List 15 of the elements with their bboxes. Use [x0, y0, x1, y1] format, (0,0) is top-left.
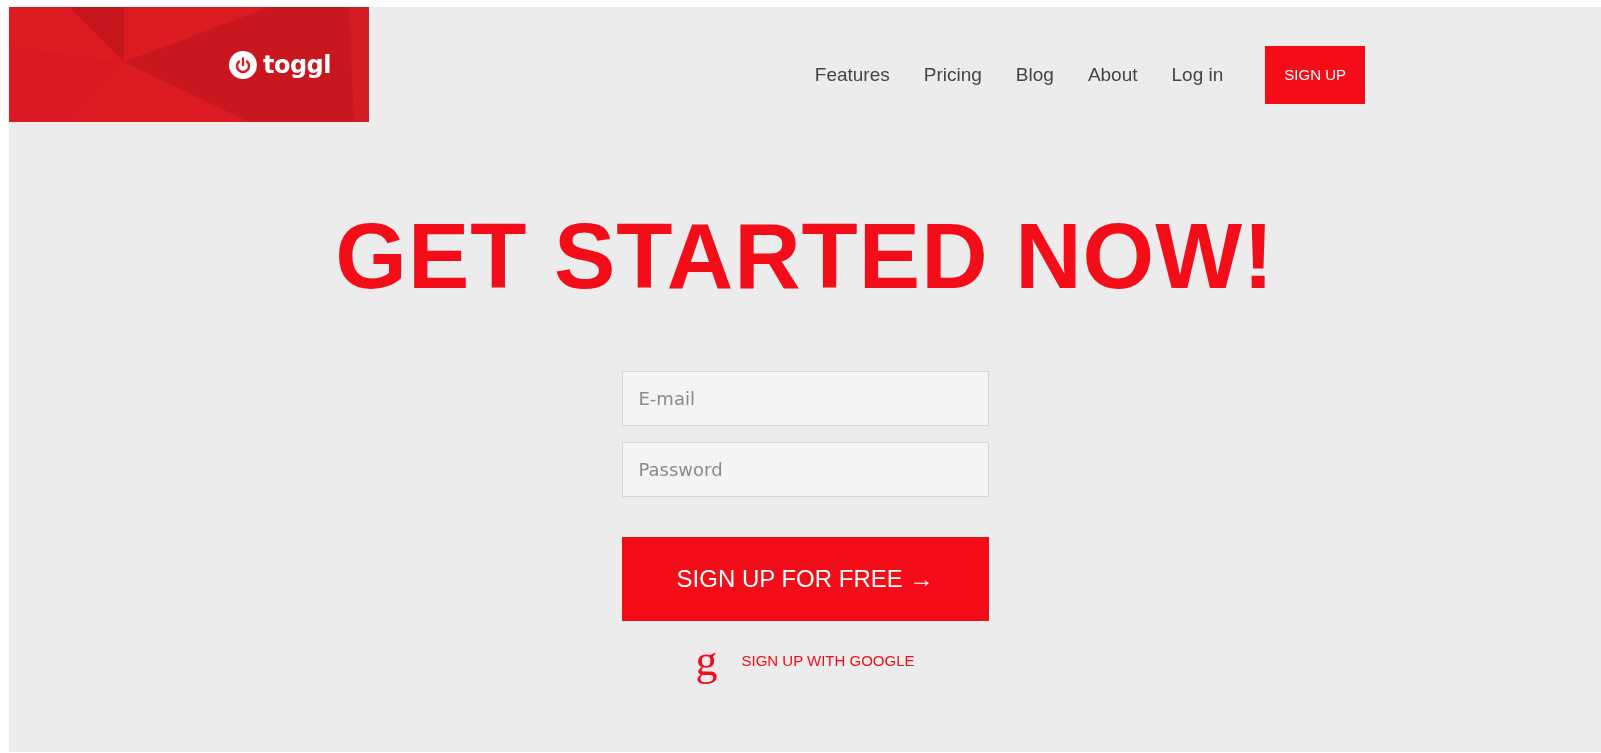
nav-link[interactable]: Log in: [1171, 60, 1224, 90]
sign-up-button[interactable]: SIGN UP: [1265, 46, 1365, 104]
google-sign-up-link[interactable]: SIGN UP WITH GOOGLE: [741, 649, 915, 673]
google-icon: g: [695, 639, 718, 683]
sign-up-free-button[interactable]: SIGN UP FOR FREE →: [621, 537, 989, 621]
logo-text: toggl: [262, 49, 331, 81]
nav-link[interactable]: Pricing: [923, 60, 982, 90]
nav-link[interactable]: Features: [814, 60, 890, 90]
power-icon: [228, 50, 257, 79]
page-heading: GET STARTED NOW!: [335, 210, 1275, 302]
nav-link[interactable]: About: [1087, 60, 1138, 90]
input-field[interactable]: Password: [621, 442, 989, 497]
input-field[interactable]: E-mail: [621, 371, 989, 426]
logo-banner[interactable]: toggl: [9, 7, 369, 122]
nav-link[interactable]: Blog: [1015, 60, 1054, 90]
